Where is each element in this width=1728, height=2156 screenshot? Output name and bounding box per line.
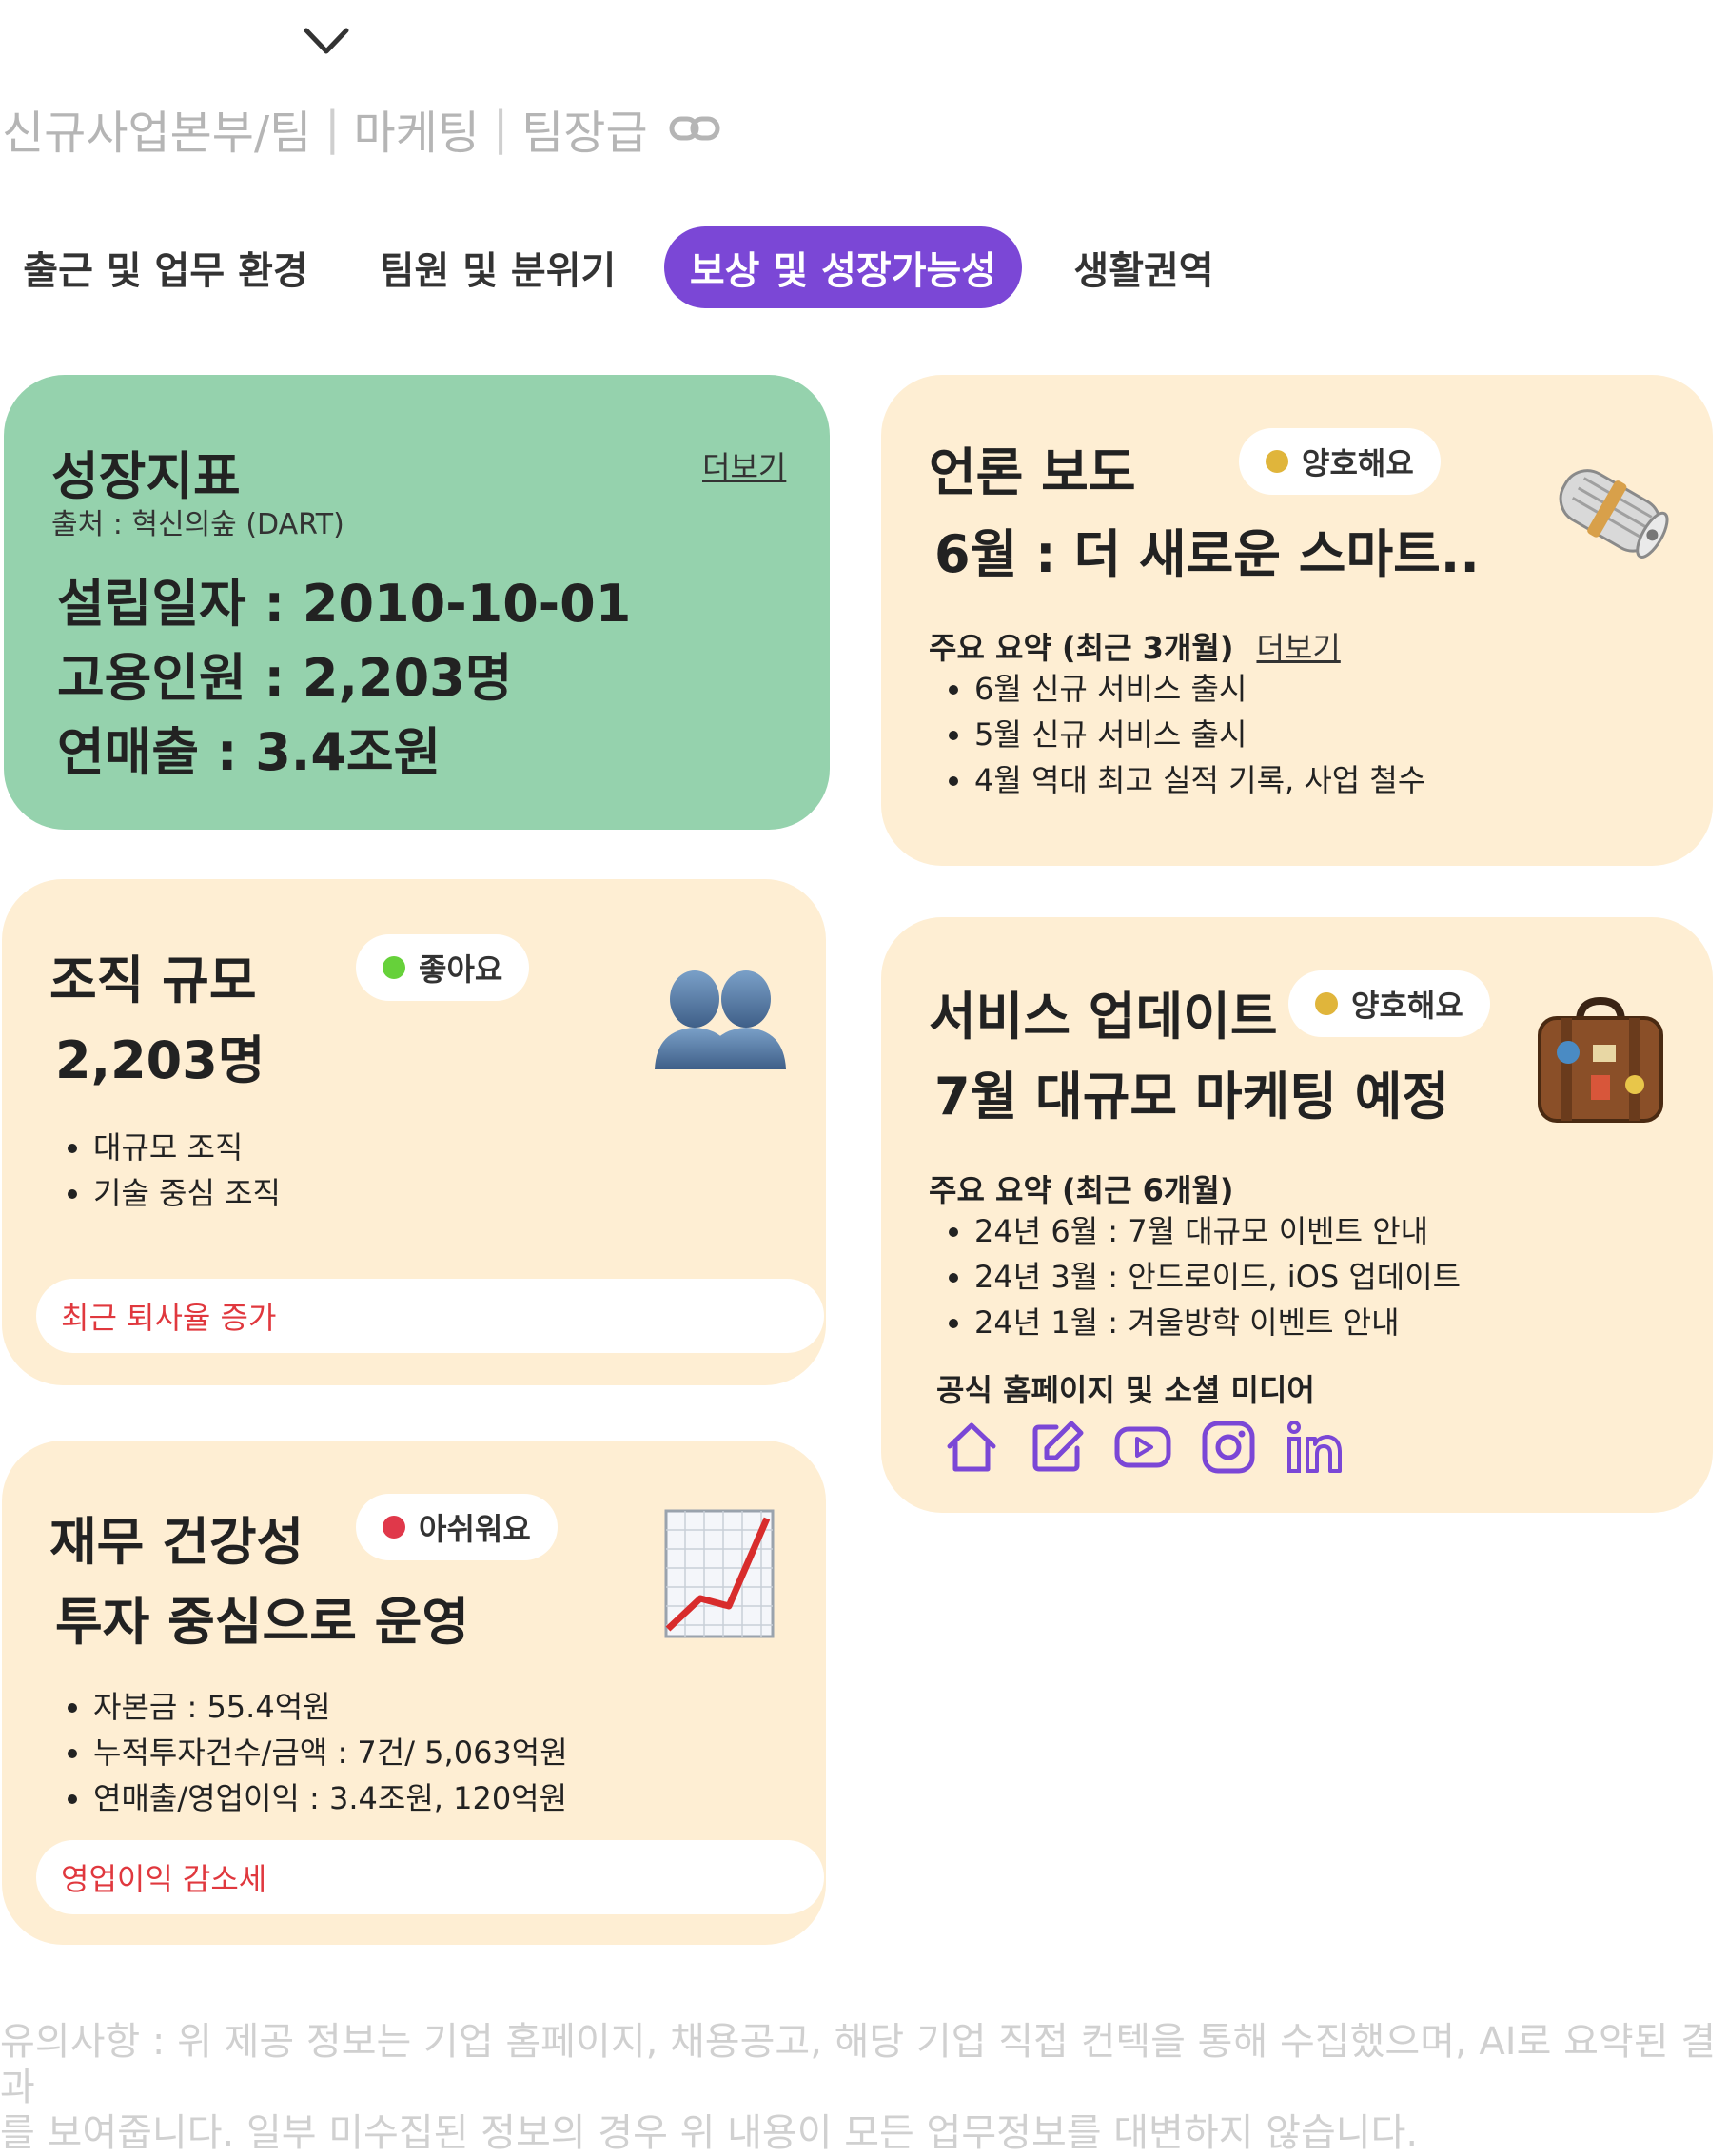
summary-label: 주요 요약 (최근 6개월) xyxy=(929,1172,1234,1208)
breadcrumb: 신규사업본부/팀 | 마케팅 | 팀장급 xyxy=(2,95,720,162)
list-item: 24년 3월 : 안드로이드, iOS 업데이트 xyxy=(974,1254,1461,1300)
card-title: 언론 보도 xyxy=(929,442,1136,502)
status-badge-label: 좋아요 xyxy=(419,951,503,988)
service-update-card: 서비스 업데이트 양호해요 7월 대규모 마케팅 예정 주요 요약 (최근 6개… xyxy=(881,917,1713,1513)
status-badge: 양호해요 xyxy=(1239,428,1441,495)
press-summary-list: 6월 신규 서비스 출시 5월 신규 서비스 출시 4월 역대 최고 실적 기록… xyxy=(927,666,1425,803)
breadcrumb-level: 팀장급 xyxy=(521,107,648,160)
status-badge: 아쉬워요 xyxy=(356,1494,558,1560)
financial-health-card: 재무 건강성 아쉬워요 투자 중심으로 운영 자본금 : 55.4억원 누적투자… xyxy=(2,1441,826,1945)
chevron-down-icon[interactable] xyxy=(303,25,350,57)
card-title: 조직 규모 xyxy=(49,951,257,1010)
breadcrumb-separator: | xyxy=(492,102,509,155)
social-label: 공식 홈페이지 및 소셜 미디어 xyxy=(936,1372,1315,1408)
status-dot xyxy=(1266,450,1288,473)
tab-living-area[interactable]: 생활권역 xyxy=(1058,226,1229,308)
link-icon[interactable] xyxy=(669,109,720,147)
linkedin-icon[interactable] xyxy=(1285,1418,1344,1477)
headcount: 2,203명 xyxy=(55,1030,265,1090)
list-item: 24년 6월 : 7월 대규모 이벤트 안내 xyxy=(974,1208,1461,1254)
service-summary-list: 24년 6월 : 7월 대규모 이벤트 안내 24년 3월 : 안드로이드, i… xyxy=(927,1208,1461,1345)
founded-date: 설립일자 : 2010-10-01 xyxy=(57,574,632,634)
more-link[interactable]: 더보기 xyxy=(702,443,786,487)
press-coverage-card: 언론 보도 양호해요 6월 : 더 새로운 스마트.. 주요 요약 (최근 3개… xyxy=(881,375,1713,866)
finance-details-list: 자본금 : 55.4억원 누적투자건수/금액 : 7건/ 5,063억원 연매출… xyxy=(46,1684,568,1821)
data-source: 출처 : 혁신의숲 (DART) xyxy=(51,508,344,541)
disclaimer-line: 유의사항 : 위 제공 정보는 기업 홈페이지, 채용공고, 해당 기업 직접 … xyxy=(0,2020,1717,2109)
status-dot xyxy=(383,956,405,979)
instagram-icon[interactable] xyxy=(1199,1418,1258,1477)
list-item: 누적투자건수/금액 : 7건/ 5,063억원 xyxy=(93,1730,568,1775)
status-dot xyxy=(1315,992,1338,1015)
list-item: 5월 신규 서비스 출시 xyxy=(974,712,1425,757)
press-headline: 6월 : 더 새로운 스마트.. xyxy=(934,524,1480,584)
card-title: 성장지표 xyxy=(51,446,241,506)
employee-count: 고용인원 : 2,203명 xyxy=(57,648,513,708)
chart-increasing-icon xyxy=(664,1509,775,1638)
annual-revenue: 연매출 : 3.4조원 xyxy=(57,722,442,782)
card-title: 재무 건강성 xyxy=(49,1512,304,1572)
list-item: 4월 역대 최고 실적 기록, 사업 철수 xyxy=(974,757,1425,803)
summary-header: 주요 요약 (최근 3개월) 더보기 xyxy=(929,624,1341,668)
list-item: 자본금 : 55.4억원 xyxy=(93,1684,568,1730)
more-link[interactable]: 더보기 xyxy=(1256,624,1340,668)
disclaimer: 유의사항 : 위 제공 정보는 기업 홈페이지, 채용공고, 해당 기업 직접 … xyxy=(0,2019,1728,2156)
breadcrumb-dept: 신규사업본부/팀 xyxy=(2,107,312,160)
list-item: 대규모 조직 xyxy=(93,1125,281,1170)
status-badge-label: 양호해요 xyxy=(1302,445,1414,481)
home-icon[interactable] xyxy=(942,1418,1001,1477)
list-item: 기술 중심 조직 xyxy=(93,1170,281,1216)
tab-work-environment[interactable]: 출근 및 업무 환경 xyxy=(13,226,318,308)
status-badge: 좋아요 xyxy=(356,934,530,1001)
status-badge-label: 아쉬워요 xyxy=(419,1511,531,1547)
list-item: 6월 신규 서비스 출시 xyxy=(974,666,1425,712)
status-dot xyxy=(383,1516,405,1539)
org-size-card: 조직 규모 좋아요 2,203명 대규모 조직 기술 중심 조직 최근 퇴사율 … xyxy=(2,879,826,1385)
people-icon xyxy=(655,970,786,1069)
tab-team-atmosphere[interactable]: 팀원 및 분위기 xyxy=(367,226,628,308)
blog-edit-icon[interactable] xyxy=(1028,1418,1087,1477)
disclaimer-line: 를 보여줍니다. 일부 미수집된 정보의 경우 위 내용이 모든 업무정보를 대… xyxy=(0,2111,1419,2155)
tab-compensation-growth[interactable]: 보상 및 성장가능성 xyxy=(664,226,1022,308)
breadcrumb-separator: | xyxy=(324,102,341,155)
list-item: 24년 1월 : 겨울방학 이벤트 안내 xyxy=(974,1300,1461,1345)
org-traits-list: 대규모 조직 기술 중심 조직 xyxy=(46,1125,281,1216)
newspaper-icon xyxy=(1559,469,1669,559)
finance-headline: 투자 중심으로 운영 xyxy=(55,1592,470,1652)
suitcase-icon xyxy=(1538,996,1663,1123)
card-title: 서비스 업데이트 xyxy=(929,987,1278,1047)
list-item: 연매출/영업이익 : 3.4조원, 120억원 xyxy=(93,1775,568,1821)
service-headline: 7월 대규모 마케팅 예정 xyxy=(934,1067,1450,1127)
warning-note: 최근 퇴사율 증가 xyxy=(36,1279,824,1353)
growth-indicator-card: 성장지표 더보기 출처 : 혁신의숲 (DART) 설립일자 : 2010-10… xyxy=(4,375,830,830)
warning-note: 영업이익 감소세 xyxy=(36,1840,824,1914)
status-badge-label: 양호해요 xyxy=(1351,988,1463,1024)
status-badge: 양호해요 xyxy=(1288,970,1490,1037)
social-links xyxy=(942,1418,1344,1477)
breadcrumb-job: 마케팅 xyxy=(353,107,480,160)
youtube-icon[interactable] xyxy=(1113,1418,1172,1477)
summary-label: 주요 요약 (최근 3개월) xyxy=(929,630,1234,666)
